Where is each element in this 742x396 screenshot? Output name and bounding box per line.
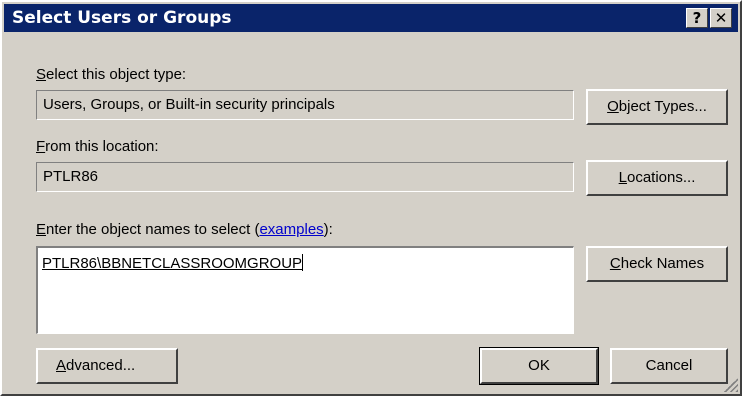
close-button[interactable]: ✕ xyxy=(710,8,732,28)
window-title: Select Users or Groups xyxy=(12,8,232,28)
object-names-label: Enter the object names to select (exampl… xyxy=(36,221,333,238)
object-types-button[interactable]: Object Types... xyxy=(586,89,728,125)
resize-grip-icon[interactable] xyxy=(724,378,738,392)
object-type-label: Select this object type: xyxy=(36,66,187,83)
examples-link[interactable]: examples xyxy=(259,221,323,238)
object-type-field: Users, Groups, or Built-in security prin… xyxy=(36,90,574,120)
locations-button[interactable]: Locations... xyxy=(586,160,728,196)
select-users-or-groups-dialog: Select Users or Groups ? ✕ Select this o… xyxy=(0,0,742,396)
help-icon: ? xyxy=(692,9,702,27)
location-label: From this location: xyxy=(36,138,159,155)
location-value: PTLR86 xyxy=(43,168,99,185)
location-field: PTLR86 xyxy=(36,162,574,192)
object-names-input[interactable]: PTLR86\BBNETCLASSROOMGROUP xyxy=(36,246,574,334)
text-caret xyxy=(302,254,304,271)
ok-button[interactable]: OK xyxy=(479,347,599,385)
title-bar[interactable]: Select Users or Groups ? ✕ xyxy=(4,4,738,32)
object-name-entry: PTLR86\BBNETCLASSROOMGROUP xyxy=(42,255,303,272)
close-icon: ✕ xyxy=(714,9,728,27)
help-button[interactable]: ? xyxy=(686,8,708,28)
object-type-value: Users, Groups, or Built-in security prin… xyxy=(43,96,335,113)
advanced-button[interactable]: Advanced... xyxy=(36,348,178,384)
cancel-button[interactable]: Cancel xyxy=(610,348,728,384)
check-names-button[interactable]: Check Names xyxy=(586,246,728,282)
